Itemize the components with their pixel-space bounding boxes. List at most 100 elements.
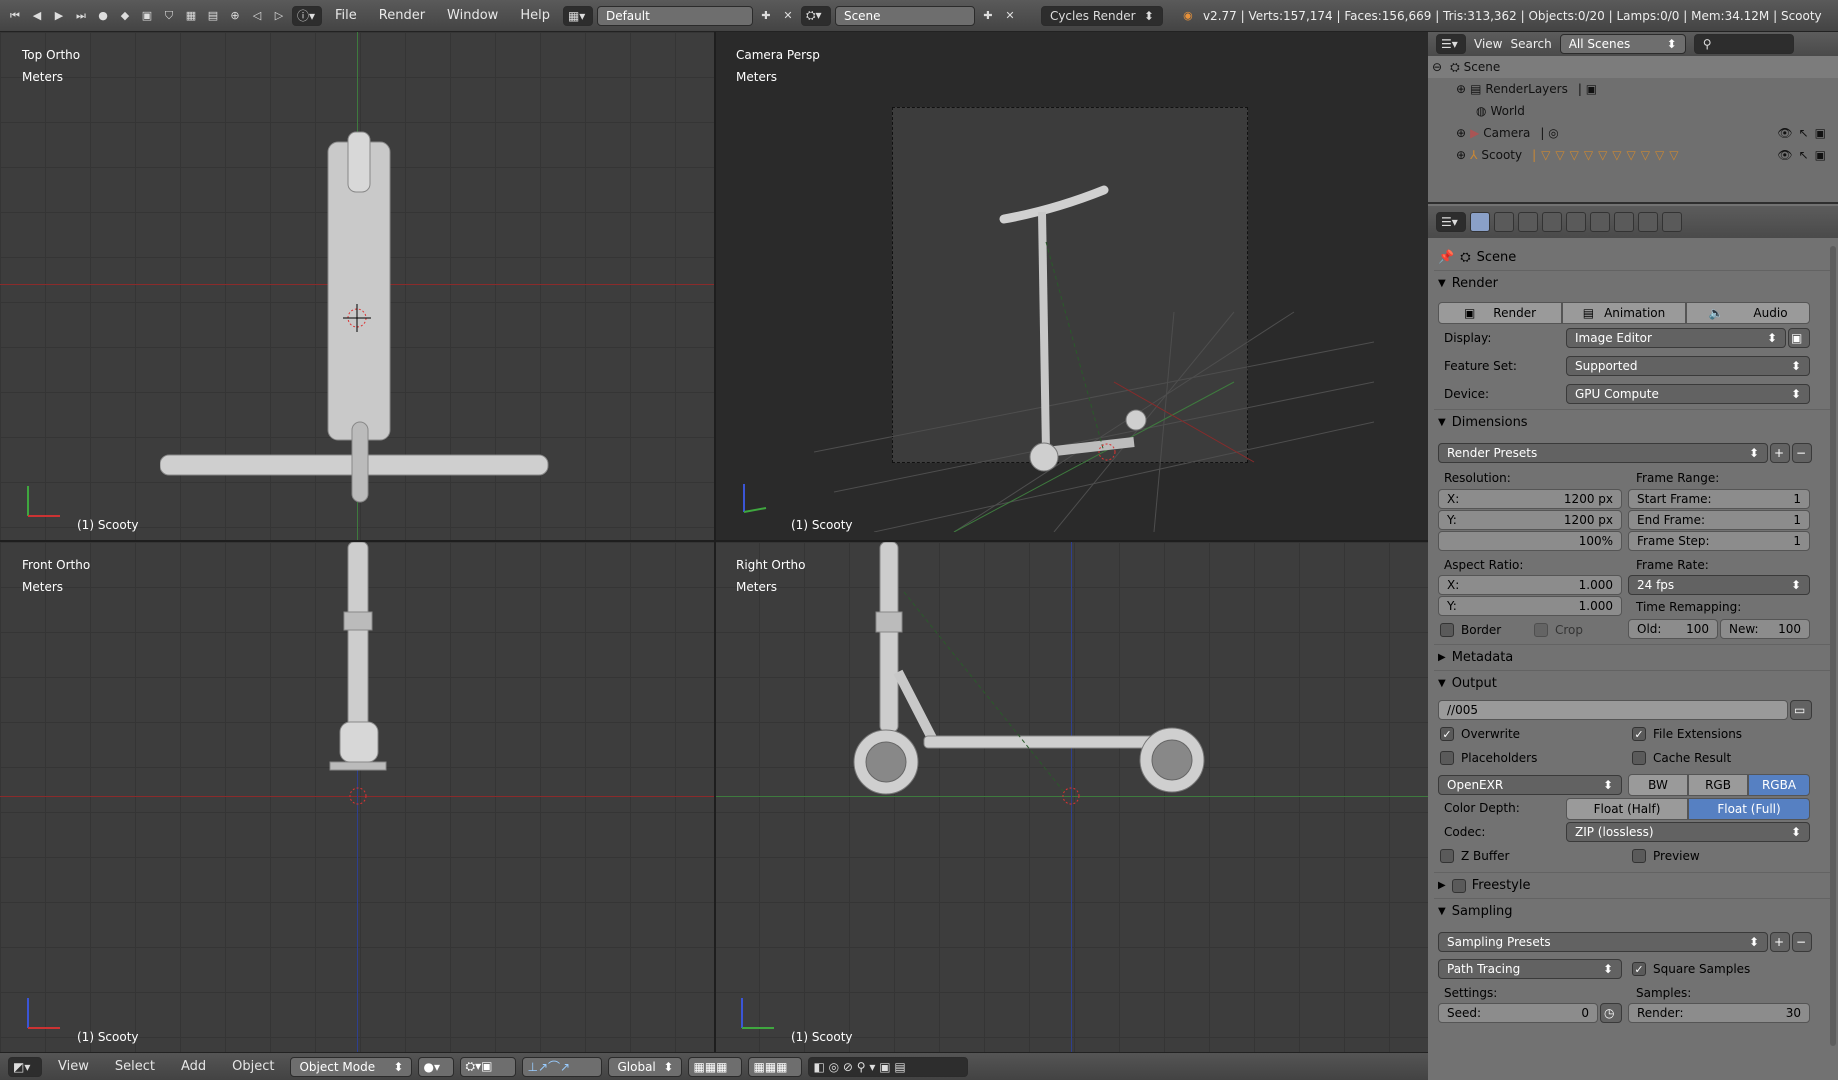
- expand-icon[interactable]: ⊕: [1456, 82, 1466, 96]
- expand-icon[interactable]: ⊕: [1456, 126, 1466, 140]
- scrollbar[interactable]: [1830, 246, 1836, 1046]
- shading-select[interactable]: ●▾: [418, 1056, 455, 1077]
- texture-tab-icon[interactable]: [1662, 212, 1682, 232]
- record-icon[interactable]: ●: [94, 7, 112, 25]
- layout-icon[interactable]: ▦▾: [562, 5, 593, 26]
- outliner-search-menu[interactable]: Search: [1510, 37, 1551, 51]
- display-select[interactable]: Image Editor ⬍: [1566, 328, 1786, 348]
- keyframe-icon[interactable]: ◆: [116, 7, 134, 25]
- outliner-filter-select[interactable]: All Scenes ⬍: [1559, 34, 1686, 54]
- integrator-select[interactable]: Path Tracing ⬍: [1438, 959, 1622, 979]
- layout-field[interactable]: Default: [596, 5, 753, 26]
- remove-sampling-preset-icon[interactable]: −: [1792, 932, 1812, 952]
- window-icon[interactable]: ▣: [1788, 328, 1810, 348]
- scene-tab-icon[interactable]: [1518, 212, 1538, 232]
- viewport-front-ortho[interactable]: Front Ortho Meters (1) Scooty: [0, 542, 714, 1052]
- manipulator-toggles[interactable]: ⊥↗⌒↗: [522, 1056, 603, 1077]
- layers-grid-1[interactable]: ▦▦▦: [688, 1056, 743, 1077]
- output-panel-header[interactable]: ▼ Output: [1438, 676, 1818, 691]
- viewport-camera-persp[interactable]: Camera Persp Meters (1) Scooty: [714, 32, 1428, 540]
- shield-icon[interactable]: ⛉: [160, 7, 178, 25]
- skip-start-icon[interactable]: ⏮: [6, 7, 24, 25]
- freestyle-panel-header[interactable]: ▶ Freestyle: [1438, 878, 1818, 893]
- file-extensions-checkbox[interactable]: ✓ File Extensions: [1632, 727, 1742, 741]
- cache-result-checkbox[interactable]: Cache Result: [1632, 751, 1731, 765]
- outliner-type-icon[interactable]: ☰▾: [1436, 34, 1466, 54]
- render-presets-select[interactable]: Render Presets ⬍: [1438, 443, 1768, 463]
- metadata-panel-header[interactable]: ▶ Metadata: [1438, 650, 1818, 665]
- rgba-button[interactable]: RGBA: [1748, 774, 1810, 796]
- info-editor-selector[interactable]: ⓘ▾: [292, 5, 322, 26]
- placeholders-checkbox[interactable]: Placeholders: [1440, 751, 1537, 765]
- float-half-button[interactable]: Float (Half): [1566, 798, 1688, 820]
- aspect-x-field[interactable]: X: 1.000: [1438, 575, 1622, 595]
- render-engine-select[interactable]: Cycles Render ⬍: [1040, 5, 1163, 26]
- sampling-presets-select[interactable]: Sampling Presets ⬍: [1438, 932, 1768, 952]
- pivot-select[interactable]: ⛭▾▣: [460, 1056, 517, 1077]
- object-tab-icon[interactable]: [1566, 212, 1586, 232]
- outliner-view-menu[interactable]: View: [1474, 37, 1502, 51]
- properties-type-icon[interactable]: ☰▾: [1436, 212, 1466, 232]
- viewport-divider-v[interactable]: [714, 32, 716, 1052]
- add-layout-icon[interactable]: ✚: [757, 7, 775, 25]
- layers-grid-2[interactable]: ▦▦▦: [748, 1056, 803, 1077]
- play-icon[interactable]: ▶: [50, 7, 68, 25]
- crop-checkbox[interactable]: Crop: [1534, 623, 1583, 637]
- rgb-button[interactable]: RGB: [1688, 774, 1748, 796]
- menu-file[interactable]: File: [326, 8, 366, 23]
- data-tab-icon[interactable]: [1638, 212, 1658, 232]
- border-checkbox[interactable]: Border: [1440, 623, 1501, 637]
- editor-type-selector[interactable]: ◩▾: [8, 1056, 42, 1077]
- next-icon[interactable]: ▷: [270, 7, 288, 25]
- device-select[interactable]: GPU Compute ⬍: [1566, 384, 1810, 404]
- remap-old-field[interactable]: Old: 100: [1628, 619, 1718, 639]
- image-icon[interactable]: ▤: [204, 7, 222, 25]
- render-samples-field[interactable]: Render: 30: [1628, 1003, 1810, 1023]
- menu-add[interactable]: Add: [171, 1059, 216, 1074]
- collapse-icon[interactable]: ⊖: [1432, 60, 1442, 74]
- orientation-select[interactable]: Global ⬍: [608, 1056, 683, 1077]
- scene-field[interactable]: Scene: [834, 5, 975, 26]
- resolution-percent-field[interactable]: 100%: [1438, 531, 1622, 551]
- visibility-icons[interactable]: 👁↖▣: [1777, 126, 1832, 140]
- skip-end-icon[interactable]: ⏭: [72, 7, 90, 25]
- folder-icon[interactable]: ▭: [1790, 700, 1812, 720]
- menu-render[interactable]: Render: [370, 8, 434, 23]
- menu-select[interactable]: Select: [105, 1059, 165, 1074]
- menu-view[interactable]: View: [48, 1059, 99, 1074]
- add-sampling-preset-icon[interactable]: +: [1770, 932, 1790, 952]
- dimensions-panel-header[interactable]: ▼ Dimensions: [1438, 415, 1818, 430]
- output-path-input[interactable]: //005: [1438, 700, 1788, 720]
- menu-object[interactable]: Object: [222, 1059, 284, 1074]
- square-samples-checkbox[interactable]: ✓ Square Samples: [1632, 962, 1750, 976]
- visibility-icons[interactable]: 👁↖▣: [1777, 148, 1832, 162]
- render-tab-icon[interactable]: [1470, 212, 1490, 232]
- add-icon[interactable]: ⊕: [226, 7, 244, 25]
- checker-icon[interactable]: ▦: [182, 7, 200, 25]
- audio-button[interactable]: 🔈 Audio: [1686, 302, 1810, 324]
- outliner-row-scene[interactable]: ⊖ ⛭ Scene: [1428, 56, 1838, 78]
- sampling-panel-header[interactable]: ▼ Sampling: [1438, 904, 1818, 919]
- outliner-row-world[interactable]: ◍ World: [1428, 100, 1838, 122]
- bw-button[interactable]: BW: [1628, 774, 1688, 796]
- menu-help[interactable]: Help: [511, 8, 559, 23]
- end-frame-field[interactable]: End Frame: 1: [1628, 510, 1810, 530]
- aspect-y-field[interactable]: Y: 1.000: [1438, 596, 1622, 616]
- z-buffer-checkbox[interactable]: Z Buffer: [1440, 849, 1509, 863]
- viewport-top-ortho[interactable]: Top Ortho Meters (1) Scooty: [0, 32, 714, 540]
- prev-icon[interactable]: ◁: [248, 7, 266, 25]
- float-full-button[interactable]: Float (Full): [1688, 798, 1810, 820]
- menu-window[interactable]: Window: [438, 8, 507, 23]
- add-scene-icon[interactable]: ✚: [979, 7, 997, 25]
- outliner-search-input[interactable]: ⚲: [1693, 34, 1794, 54]
- frame-step-field[interactable]: Frame Step: 1: [1628, 531, 1810, 551]
- add-preset-icon[interactable]: +: [1770, 443, 1790, 463]
- remove-scene-icon[interactable]: ✕: [1001, 7, 1019, 25]
- expand-icon[interactable]: ⊕: [1456, 148, 1466, 162]
- remove-preset-icon[interactable]: −: [1792, 443, 1812, 463]
- freestyle-checkbox[interactable]: [1451, 878, 1466, 893]
- clock-icon[interactable]: ◷: [1600, 1003, 1622, 1023]
- renderlayers-tab-icon[interactable]: [1494, 212, 1514, 232]
- snapping-tools[interactable]: ◧ ◎ ⊘ ⚲ ▾ ▣ ▤: [808, 1056, 969, 1077]
- preview-checkbox[interactable]: Preview: [1632, 849, 1700, 863]
